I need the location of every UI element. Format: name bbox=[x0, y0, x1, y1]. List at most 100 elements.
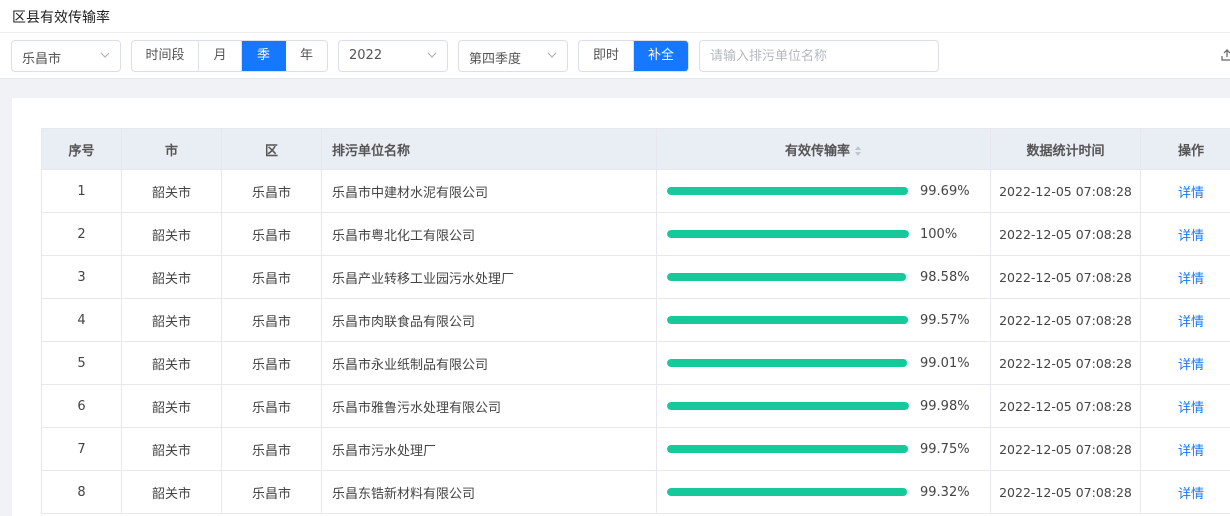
cell-action: 详情 bbox=[1140, 169, 1230, 213]
col-header-name: 排污单位名称 bbox=[321, 128, 657, 170]
cell-time: 2022-12-05 07:08:28 bbox=[990, 427, 1141, 471]
detail-link[interactable]: 详情 bbox=[1178, 444, 1204, 459]
button-period_buttons-0[interactable]: 时间段 bbox=[132, 41, 199, 71]
city-select-value: 乐昌市 bbox=[22, 52, 62, 67]
cell-district: 乐昌市 bbox=[221, 255, 322, 299]
cell-name: 乐昌市永业纸制品有限公司 bbox=[321, 341, 657, 385]
transmission-rate-table: 序号 市 区 排污单位名称 有效传输率 数据统计时间 操作 1 韶关市 乐昌市 乐昌市… bbox=[41, 128, 1230, 514]
cell-rate: 99.32% bbox=[656, 470, 991, 514]
table-row: 1 韶关市 乐昌市 乐昌市中建材水泥有限公司 99.69% 2022-12-05 07:0… bbox=[41, 169, 1230, 213]
mode-button-group: 即时 补全 bbox=[578, 40, 689, 72]
cell-action: 详情 bbox=[1140, 427, 1230, 471]
year-select[interactable]: 2022 bbox=[338, 40, 448, 72]
search-input[interactable] bbox=[699, 40, 939, 72]
cell-index: 2 bbox=[41, 212, 122, 256]
table-row: 6 韶关市 乐昌市 乐昌市雅鲁污水处理有限公司 99.98% 2022-12-05 07:… bbox=[41, 384, 1230, 428]
quarter-select[interactable]: 第四季度 bbox=[458, 40, 568, 72]
detail-link[interactable]: 详情 bbox=[1178, 186, 1204, 201]
sort-icon[interactable] bbox=[854, 145, 862, 157]
rate-percent: 99.98% bbox=[920, 398, 970, 414]
cell-index: 5 bbox=[41, 341, 122, 385]
cell-action: 详情 bbox=[1140, 341, 1230, 385]
rate-progress-fill bbox=[667, 402, 909, 410]
cell-index: 1 bbox=[41, 169, 122, 213]
cell-city: 韶关市 bbox=[121, 255, 222, 299]
button-period_buttons-3[interactable]: 年 bbox=[286, 41, 327, 71]
rate-progress-fill bbox=[667, 445, 909, 453]
cell-time: 2022-12-05 07:08:28 bbox=[990, 341, 1141, 385]
cell-index: 4 bbox=[41, 298, 122, 342]
cell-city: 韶关市 bbox=[121, 298, 222, 342]
detail-link[interactable]: 详情 bbox=[1178, 401, 1204, 416]
cell-time: 2022-12-05 07:08:28 bbox=[990, 298, 1141, 342]
cell-time: 2022-12-05 07:08:28 bbox=[990, 384, 1141, 428]
cell-district: 乐昌市 bbox=[221, 384, 322, 428]
rate-percent: 99.75% bbox=[920, 441, 970, 457]
table-body: 1 韶关市 乐昌市 乐昌市中建材水泥有限公司 99.69% 2022-12-05 07:0… bbox=[41, 169, 1230, 514]
rate-progress-fill bbox=[667, 230, 909, 238]
cell-district: 乐昌市 bbox=[221, 169, 322, 213]
rate-percent: 99.57% bbox=[920, 312, 970, 328]
cell-index: 3 bbox=[41, 255, 122, 299]
col-header-city: 市 bbox=[121, 128, 222, 170]
col-header-rate[interactable]: 有效传输率 bbox=[656, 128, 991, 170]
cell-rate: 100% bbox=[656, 212, 991, 256]
cell-time: 2022-12-05 07:08:28 bbox=[990, 255, 1141, 299]
period-button-group: 时间段月季年 bbox=[131, 40, 328, 72]
page: 区县有效传输率 乐昌市 时间段月季年 2022 第四季度 即时 补全 请输入排污… bbox=[0, 0, 1230, 516]
detail-link[interactable]: 详情 bbox=[1178, 229, 1204, 244]
rate-progress-bar bbox=[667, 445, 909, 453]
table-row: 4 韶关市 乐昌市 乐昌市肉联食品有限公司 99.57% 2022-12-05 07:08… bbox=[41, 298, 1230, 342]
cell-district: 乐昌市 bbox=[221, 298, 322, 342]
table-row: 8 韶关市 乐昌市 乐昌东锆新材料有限公司 99.32% 2022-12-05 07:08… bbox=[41, 470, 1230, 514]
page-title: 区县有效传输率 bbox=[12, 10, 110, 26]
button-period_buttons-2[interactable]: 季 bbox=[242, 41, 286, 71]
cell-name: 乐昌东锆新材料有限公司 bbox=[321, 470, 657, 514]
rate-progress-bar bbox=[667, 187, 909, 195]
cell-name: 乐昌市粤北化工有限公司 bbox=[321, 212, 657, 256]
cell-rate: 99.75% bbox=[656, 427, 991, 471]
rate-progress-bar bbox=[667, 230, 909, 238]
quarter-select-value: 第四季度 bbox=[469, 52, 522, 67]
detail-link[interactable]: 详情 bbox=[1178, 315, 1204, 330]
detail-link[interactable]: 详情 bbox=[1178, 272, 1204, 287]
rate-progress-fill bbox=[667, 359, 907, 367]
button-mode_buttons-1[interactable]: 补全 bbox=[634, 41, 688, 71]
col-header-time: 数据统计时间 bbox=[990, 128, 1141, 170]
rate-progress-fill bbox=[667, 316, 908, 324]
rate-percent: 98.58% bbox=[920, 269, 970, 285]
rate-percent: 99.69% bbox=[920, 183, 970, 199]
chevron-down-icon bbox=[547, 52, 557, 58]
cell-action: 详情 bbox=[1140, 298, 1230, 342]
cell-action: 详情 bbox=[1140, 384, 1230, 428]
chevron-down-icon bbox=[100, 52, 110, 58]
col-header-index: 序号 bbox=[41, 128, 122, 170]
detail-link[interactable]: 详情 bbox=[1178, 358, 1204, 373]
table-row: 5 韶关市 乐昌市 乐昌市永业纸制品有限公司 99.01% 2022-12-05 07:0… bbox=[41, 341, 1230, 385]
title-bar: 区县有效传输率 bbox=[0, 0, 1230, 33]
cell-district: 乐昌市 bbox=[221, 470, 322, 514]
table-row: 2 韶关市 乐昌市 乐昌市粤北化工有限公司 100% 2022-12-05 07:08:2… bbox=[41, 212, 1230, 256]
cell-district: 乐昌市 bbox=[221, 212, 322, 256]
rate-percent: 100% bbox=[920, 226, 958, 242]
cell-index: 8 bbox=[41, 470, 122, 514]
rate-progress-bar bbox=[667, 359, 909, 367]
city-select[interactable]: 乐昌市 bbox=[11, 40, 121, 72]
rate-progress-fill bbox=[667, 187, 909, 195]
button-period_buttons-1[interactable]: 月 bbox=[199, 41, 242, 71]
button-mode_buttons-0[interactable]: 即时 bbox=[579, 41, 634, 71]
cell-index: 6 bbox=[41, 384, 122, 428]
table-header-row: 序号 市 区 排污单位名称 有效传输率 数据统计时间 操作 bbox=[41, 128, 1230, 170]
cell-index: 7 bbox=[41, 427, 122, 471]
table-row: 3 韶关市 乐昌市 乐昌产业转移工业园污水处理厂 98.58% 2022-12-05 07… bbox=[41, 255, 1230, 299]
cell-rate: 98.58% bbox=[656, 255, 991, 299]
chevron-down-icon bbox=[427, 52, 437, 58]
cell-action: 详情 bbox=[1140, 212, 1230, 256]
cell-name: 乐昌产业转移工业园污水处理厂 bbox=[321, 255, 657, 299]
cell-time: 2022-12-05 07:08:28 bbox=[990, 212, 1141, 256]
cell-city: 韶关市 bbox=[121, 427, 222, 471]
rate-progress-bar bbox=[667, 402, 909, 410]
detail-link[interactable]: 详情 bbox=[1178, 487, 1204, 502]
cell-district: 乐昌市 bbox=[221, 341, 322, 385]
export-icon[interactable] bbox=[1220, 48, 1230, 62]
